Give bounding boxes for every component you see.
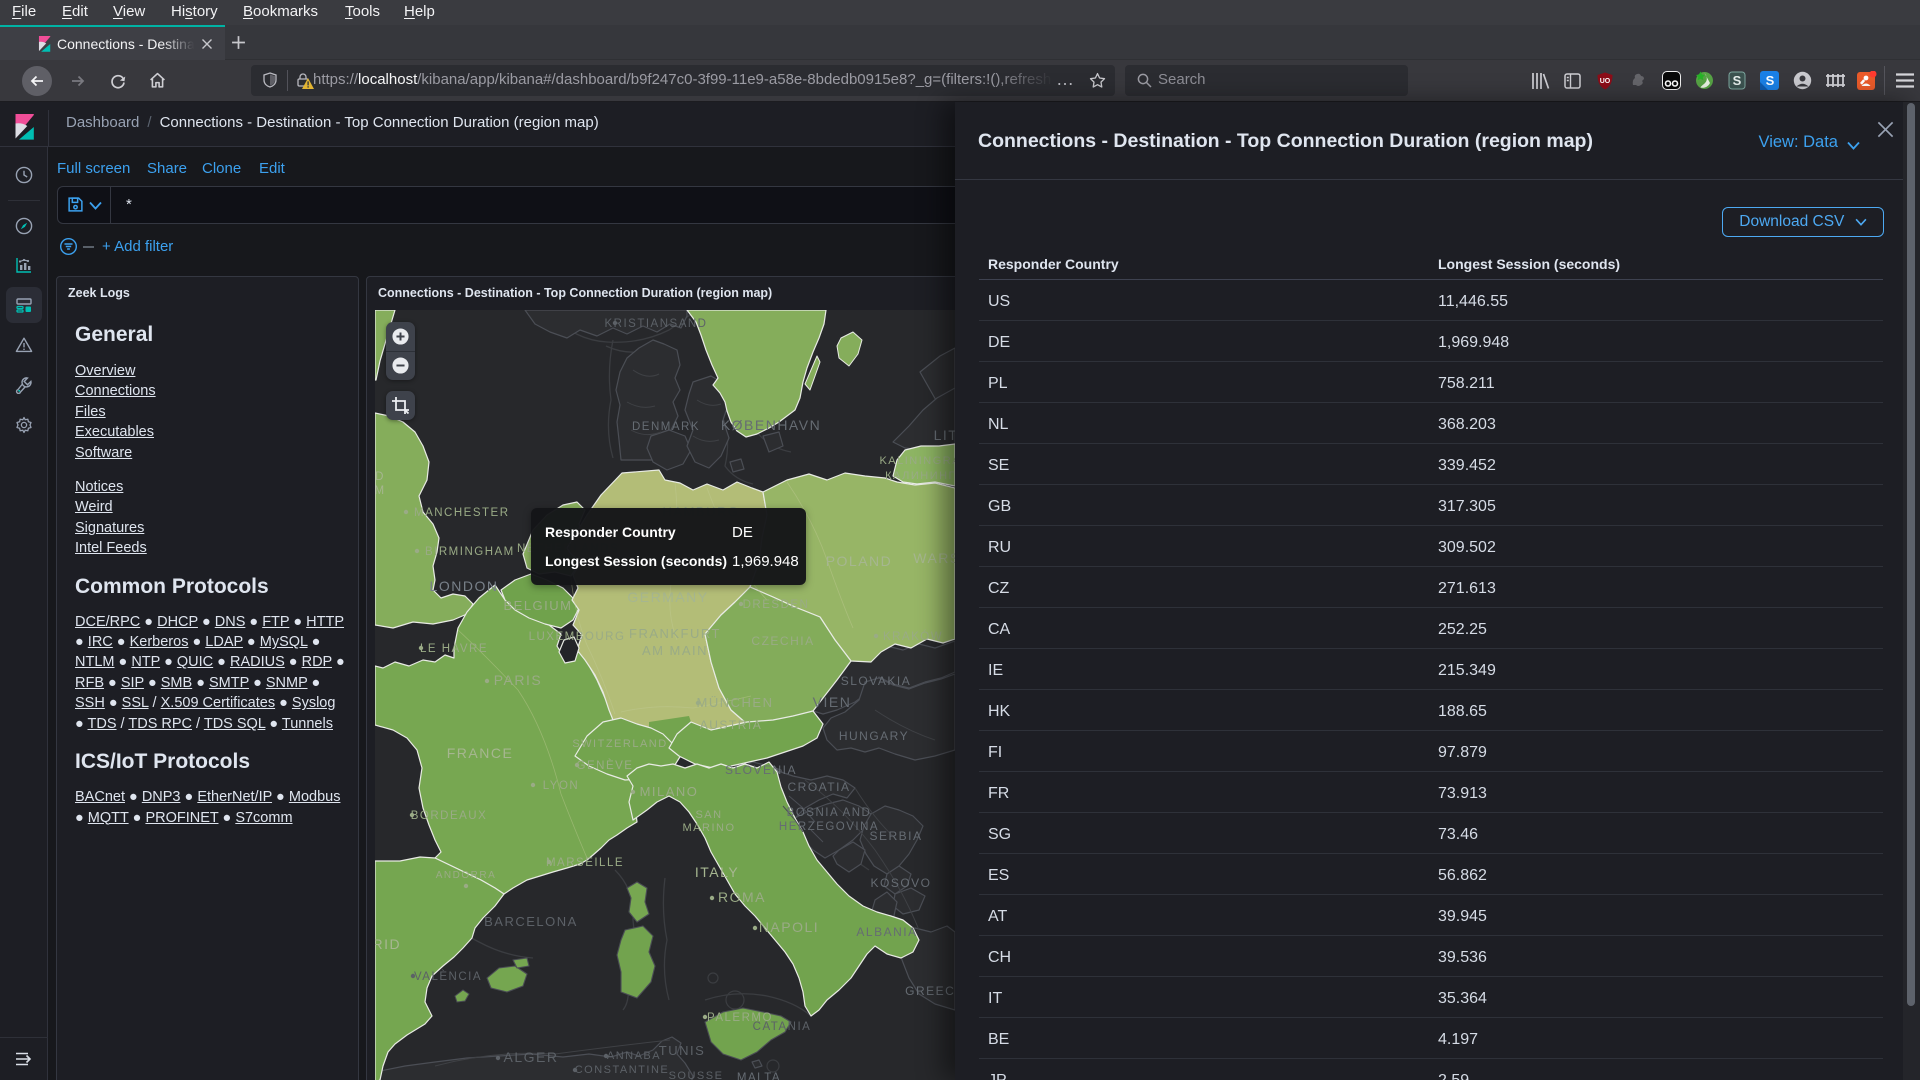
- svg-text:ITALY: ITALY: [695, 864, 739, 880]
- svg-text:KRISTIANSAND: KRISTIANSAND: [605, 318, 708, 330]
- svg-text:GERMANY: GERMANY: [627, 589, 708, 605]
- svg-text:M: M: [375, 485, 386, 497]
- svg-text:PARIS: PARIS: [494, 672, 542, 688]
- svg-text:WARS: WARS: [913, 550, 955, 566]
- svg-text:КАЛИНИНГР: КАЛИНИНГР: [885, 470, 955, 482]
- svg-text:FRANCE: FRANCE: [447, 745, 514, 761]
- svg-text:CONSTANTINE: CONSTANTINE: [575, 1064, 670, 1076]
- svg-text:MARSEILLE: MARSEILLE: [546, 857, 624, 869]
- svg-text:BELGIUM: BELGIUM: [503, 598, 572, 613]
- svg-text:KRAKÓW: KRAKÓW: [883, 630, 943, 643]
- svg-text:NAPOLI: NAPOLI: [759, 919, 819, 935]
- svg-text:VIEN: VIEN: [813, 694, 852, 710]
- svg-text:ALGER: ALGER: [504, 1049, 559, 1065]
- svg-text:BIRMINGHAM: BIRMINGHAM: [425, 546, 515, 558]
- svg-text:DENMARK: DENMARK: [632, 421, 700, 433]
- svg-text:SLOVENIA: SLOVENIA: [725, 763, 797, 777]
- svg-text:LYON: LYON: [543, 780, 579, 792]
- svg-text:MANCHESTER: MANCHESTER: [414, 507, 510, 519]
- svg-text:AM MAIN: AM MAIN: [642, 643, 708, 658]
- svg-text:LONDON: LONDON: [430, 578, 499, 594]
- svg-text:S: S: [1733, 73, 1742, 88]
- svg-text:POLAND: POLAND: [826, 553, 893, 569]
- svg-text:ANNABA: ANNABA: [607, 1050, 661, 1062]
- svg-text:BORDEAUX: BORDEAUX: [411, 810, 488, 822]
- svg-text:ROMA: ROMA: [718, 889, 766, 905]
- svg-text:MARINO: MARINO: [683, 822, 736, 834]
- svg-text:LIT: LIT: [934, 427, 955, 443]
- svg-text:GREECE: GREECE: [905, 984, 955, 998]
- svg-text:TUNIS: TUNIS: [659, 1043, 706, 1058]
- svg-text:CROATIA: CROATIA: [788, 780, 851, 794]
- svg-text:AUSTRIA: AUSTRIA: [700, 718, 763, 732]
- svg-text:LUXEMBOURG: LUXEMBOURG: [529, 631, 626, 643]
- svg-text:BOSNIA AND: BOSNIA AND: [787, 807, 872, 819]
- svg-text:CATANIA: CATANIA: [753, 1021, 812, 1033]
- svg-text:KALININGRAD: KALININGRAD: [879, 455, 955, 467]
- svg-text:MILANO: MILANO: [640, 784, 699, 799]
- svg-text:ALBANIA: ALBANIA: [856, 925, 917, 939]
- svg-text:SOUSSE: SOUSSE: [669, 1070, 724, 1080]
- svg-text:SERBIA: SERBIA: [869, 829, 922, 843]
- svg-text:SLOVAKIA: SLOVAKIA: [841, 674, 911, 688]
- svg-text:D: D: [375, 471, 385, 483]
- svg-text:UO: UO: [1600, 78, 1611, 85]
- svg-text:LE HAVRE: LE HAVRE: [420, 643, 488, 655]
- svg-text:MÜNCHEN: MÜNCHEN: [697, 695, 774, 710]
- svg-text:MALTA: MALTA: [737, 1072, 781, 1080]
- svg-text:KOSOVO: KOSOVO: [870, 876, 931, 890]
- svg-text:HERZEGOVINA: HERZEGOVINA: [779, 821, 879, 833]
- svg-text:SWITZERLAND: SWITZERLAND: [572, 738, 667, 750]
- svg-text:KØBENHAVN: KØBENHAVN: [721, 417, 821, 433]
- svg-text:FRANKFURT: FRANKFURT: [629, 626, 721, 641]
- svg-text:BARCELONA: BARCELONA: [484, 914, 578, 929]
- svg-text:S: S: [1766, 73, 1775, 88]
- svg-text:MADRID: MADRID: [375, 936, 401, 952]
- svg-text:VALÈNCIA: VALÈNCIA: [414, 970, 482, 983]
- svg-text:ANDORRA: ANDORRA: [436, 870, 497, 881]
- svg-text:HUNGARY: HUNGARY: [839, 729, 909, 743]
- svg-text:CZECHIA: CZECHIA: [751, 634, 814, 648]
- svg-text:GENÈVE: GENÈVE: [577, 759, 634, 772]
- svg-text:SAN: SAN: [695, 809, 722, 821]
- svg-text:DRESDEN: DRESDEN: [743, 599, 810, 611]
